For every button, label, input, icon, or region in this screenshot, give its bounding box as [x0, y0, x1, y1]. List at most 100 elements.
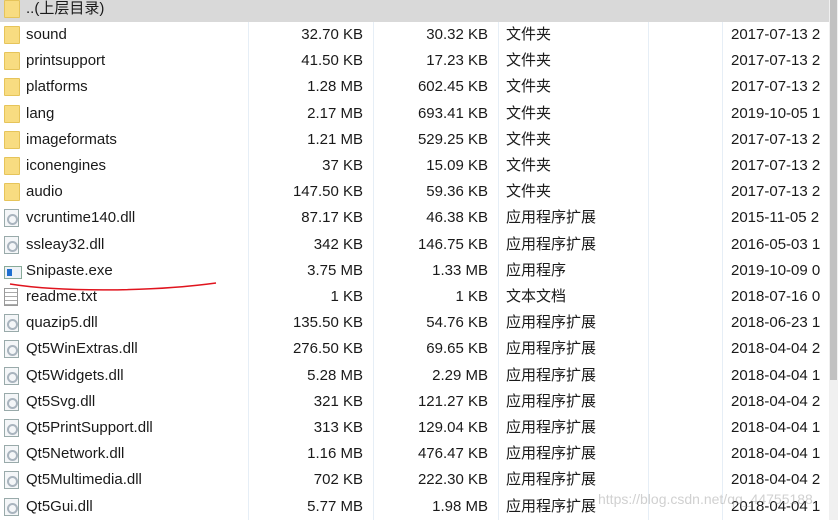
exe-file-icon	[4, 265, 22, 279]
file-row[interactable]: ssleay32.dll 342 KB 146.75 KB 应用程序扩展 201…	[0, 232, 829, 258]
folder-icon	[4, 183, 20, 202]
packed-size: 693.41 KB	[417, 104, 488, 122]
file-row[interactable]: sound 32.70 KB 30.32 KB 文件夹 2017-07-13 2	[0, 22, 829, 48]
file-type: 应用程序	[506, 261, 567, 279]
modified-date: 2016-05-03 1	[731, 235, 821, 253]
parent-directory-row[interactable]: ..(上层目录)	[0, 0, 829, 22]
dll-file-icon	[4, 209, 19, 228]
packed-size: 129.04 KB	[417, 419, 488, 436]
dll-file-icon	[4, 445, 19, 464]
file-type: 应用程序扩展	[506, 209, 597, 227]
packed-size: 1.98 MB	[432, 497, 488, 515]
file-name: Qt5Network.dll	[26, 445, 125, 463]
file-row[interactable]: quazip5.dll 135.50 KB 54.76 KB 应用程序扩展 20…	[0, 310, 829, 336]
file-type: 应用程序扩展	[506, 471, 597, 489]
file-row[interactable]: Qt5PrintSupport.dll 313 KB 129.04 KB 应用程…	[0, 415, 829, 441]
file-type: 文件夹	[506, 183, 552, 201]
file-name: ..(上层目录)	[26, 0, 105, 17]
modified-date: 2018-04-04 2	[731, 340, 821, 358]
packed-size: 222.30 KB	[417, 471, 488, 489]
folder-icon	[4, 104, 20, 123]
file-name: Snipaste.exe	[26, 261, 113, 279]
file-name: Qt5PrintSupport.dll	[26, 419, 153, 436]
modified-date: 2018-04-04 1	[731, 366, 821, 384]
packed-size: 1 KB	[455, 288, 488, 305]
file-size: 321 KB	[313, 392, 363, 410]
file-type: 应用程序扩展	[506, 235, 597, 253]
file-name: Qt5Widgets.dll	[26, 366, 124, 384]
file-size: 1.21 MB	[307, 130, 363, 148]
file-row[interactable]: iconengines 37 KB 15.09 KB 文件夹 2017-07-1…	[0, 153, 829, 179]
file-size: 702 KB	[313, 471, 363, 489]
file-name: vcruntime140.dll	[26, 209, 136, 227]
file-row[interactable]: platforms 1.28 MB 602.45 KB 文件夹 2017-07-…	[0, 74, 829, 100]
file-name: printsupport	[26, 52, 106, 70]
modified-date: 2019-10-05 1	[731, 104, 821, 122]
folder-icon	[4, 157, 20, 175]
file-type: 文件夹	[506, 52, 552, 70]
file-size: 41.50 KB	[301, 52, 363, 70]
file-row[interactable]: vcruntime140.dll 87.17 KB 46.38 KB 应用程序扩…	[0, 205, 829, 231]
packed-size: 54.76 KB	[426, 314, 488, 332]
packed-size: 46.38 KB	[426, 209, 488, 227]
dll-file-icon	[4, 366, 19, 385]
file-type: 文件夹	[506, 157, 552, 174]
modified-date: 2018-07-16 0	[731, 288, 821, 305]
packed-size: 146.75 KB	[417, 235, 488, 253]
file-type: 应用程序扩展	[506, 340, 597, 358]
folder-icon	[4, 26, 20, 44]
file-row[interactable]: lang 2.17 MB 693.41 KB 文件夹 2019-10-05 1	[0, 101, 829, 127]
file-row[interactable]: Snipaste.exe 3.75 MB 1.33 MB 应用程序 2019-1…	[0, 258, 829, 284]
file-type: 文件夹	[506, 78, 552, 96]
modified-date: 2017-07-13 2	[731, 130, 821, 148]
dll-file-icon	[4, 392, 19, 411]
file-size: 1 KB	[330, 288, 363, 305]
packed-size: 476.47 KB	[417, 445, 488, 463]
vertical-scrollbar[interactable]	[829, 0, 838, 520]
file-size: 1.28 MB	[307, 78, 363, 96]
file-name: Qt5Multimedia.dll	[26, 471, 142, 489]
folder-icon	[4, 0, 20, 18]
modified-date: 2019-10-09 0	[731, 261, 821, 279]
file-type: 应用程序扩展	[506, 419, 597, 436]
modified-date: 2018-04-04 2	[731, 471, 821, 489]
file-name: platforms	[26, 78, 88, 96]
file-size: 135.50 KB	[292, 314, 363, 332]
file-type: 应用程序扩展	[506, 445, 597, 463]
packed-size: 602.45 KB	[417, 78, 488, 96]
file-row[interactable]: Qt5Multimedia.dll 702 KB 222.30 KB 应用程序扩…	[0, 467, 829, 493]
modified-date: 2017-07-13 2	[731, 183, 821, 201]
folder-icon	[4, 78, 20, 97]
dll-file-icon	[4, 314, 19, 333]
packed-size: 69.65 KB	[426, 340, 488, 358]
file-row[interactable]: Qt5Widgets.dll 5.28 MB 2.29 MB 应用程序扩展 20…	[0, 363, 829, 389]
file-size: 147.50 KB	[292, 183, 363, 201]
file-name: audio	[26, 183, 63, 201]
file-size: 276.50 KB	[292, 340, 363, 358]
packed-size: 2.29 MB	[432, 366, 488, 384]
file-type: 应用程序扩展	[506, 366, 597, 384]
dll-file-icon	[4, 340, 19, 359]
file-type: 文件夹	[506, 104, 552, 122]
file-name: ssleay32.dll	[26, 235, 105, 253]
modified-date: 2018-04-04 1	[731, 445, 821, 463]
file-type: 文件夹	[506, 26, 552, 43]
file-size: 37 KB	[322, 157, 363, 174]
file-type: 文本文档	[506, 288, 567, 305]
dll-file-icon	[4, 497, 19, 516]
file-row[interactable]: printsupport 41.50 KB 17.23 KB 文件夹 2017-…	[0, 48, 829, 74]
scrollbar-thumb[interactable]	[830, 0, 837, 380]
file-name: lang	[26, 104, 55, 122]
dll-file-icon	[4, 471, 19, 490]
packed-size: 1.33 MB	[432, 261, 488, 279]
file-row[interactable]: Qt5Svg.dll 321 KB 121.27 KB 应用程序扩展 2018-…	[0, 389, 829, 415]
file-size: 313 KB	[313, 419, 363, 436]
file-row[interactable]: Qt5WinExtras.dll 276.50 KB 69.65 KB 应用程序…	[0, 336, 829, 362]
file-row[interactable]: audio 147.50 KB 59.36 KB 文件夹 2017-07-13 …	[0, 179, 829, 205]
file-type: 文件夹	[506, 130, 552, 148]
file-row[interactable]: readme.txt 1 KB 1 KB 文本文档 2018-07-16 0	[0, 284, 829, 310]
file-row[interactable]: imageformats 1.21 MB 529.25 KB 文件夹 2017-…	[0, 127, 829, 153]
file-name: quazip5.dll	[26, 314, 98, 332]
file-row[interactable]: Qt5Network.dll 1.16 MB 476.47 KB 应用程序扩展 …	[0, 441, 829, 467]
modified-date: 2015-11-05 2	[731, 209, 820, 227]
